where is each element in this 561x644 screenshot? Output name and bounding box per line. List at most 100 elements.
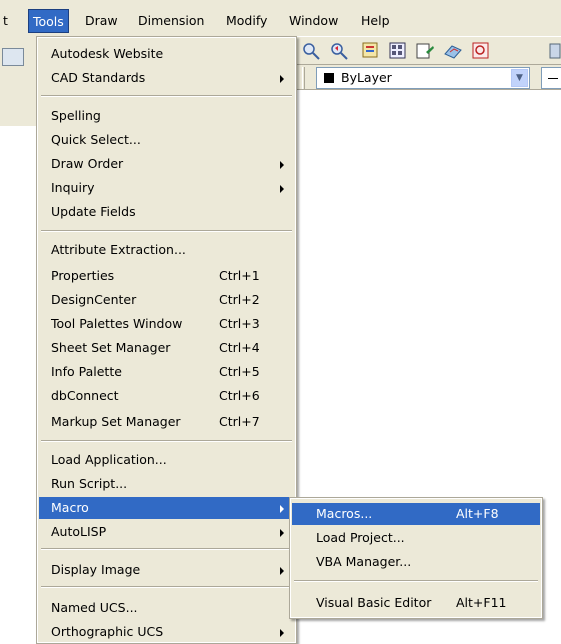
menu-item-shortcut: Ctrl+3 — [219, 316, 260, 331]
menu-help[interactable]: Help — [361, 9, 390, 33]
menu-separator — [41, 95, 292, 97]
submenu-item-label: Load Project... — [316, 530, 405, 545]
tool-palettes-icon[interactable] — [414, 40, 436, 62]
submenu-arrow-icon — [280, 567, 284, 575]
menu-item-shortcut: Ctrl+5 — [219, 364, 260, 379]
menu-item-label: Display Image — [51, 562, 141, 577]
submenu-item-visual-basic-editor[interactable]: Visual Basic Editor Alt+F11 — [292, 592, 540, 614]
menu-item-markup-set-manager[interactable]: Markup Set Manager Ctrl+7 — [39, 411, 294, 433]
menu-item-properties[interactable]: Properties Ctrl+1 — [39, 265, 294, 287]
menu-item-display-image[interactable]: Display Image — [39, 559, 294, 581]
menu-item-label: Properties — [51, 268, 115, 283]
tools-menu: Autodesk Website CAD Standards Spelling Qui… — [36, 36, 297, 644]
linetype-preview — [548, 78, 558, 79]
submenu-arrow-icon — [280, 185, 284, 193]
menu-item-info-palette[interactable]: Info Palette Ctrl+5 — [39, 361, 294, 383]
submenu-item-label: Macros... — [316, 506, 373, 521]
submenu-item-shortcut: Alt+F11 — [456, 595, 507, 610]
submenu-item-load-project[interactable]: Load Project... — [292, 527, 540, 549]
menu-item-load-application[interactable]: Load Application... — [39, 449, 294, 471]
markup-icon[interactable] — [470, 40, 492, 62]
submenu-arrow-icon — [280, 75, 284, 83]
menu-item-label: Update Fields — [51, 204, 136, 219]
menu-item-named-ucs[interactable]: Named UCS... — [39, 597, 294, 619]
menu-window[interactable]: Window — [289, 9, 338, 33]
menu-item-label: Quick Select... — [51, 132, 141, 147]
menu-item-label: CAD Standards — [51, 70, 146, 85]
menu-item-orthographic-ucs[interactable]: Orthographic UCS — [39, 621, 294, 643]
submenu-arrow-icon — [280, 161, 284, 169]
new-icon[interactable] — [2, 48, 24, 66]
menu-item-shortcut: Ctrl+6 — [219, 388, 260, 403]
menu-item-label: Load Application... — [51, 452, 167, 467]
menu-item-label: Inquiry — [51, 180, 95, 195]
menu-item-spelling[interactable]: Spelling — [39, 105, 294, 127]
menu-item-inquiry[interactable]: Inquiry — [39, 177, 294, 199]
menu-item-label: Macro — [51, 500, 89, 515]
menu-item-label: Attribute Extraction... — [51, 242, 186, 257]
menu-item-label: Sheet Set Manager — [51, 340, 171, 355]
menu-item-label: Named UCS... — [51, 600, 138, 615]
sheet-set-icon[interactable] — [442, 40, 464, 62]
zoom-previous-icon[interactable] — [328, 40, 350, 62]
macro-submenu: Macros... Alt+F8 Load Project... VBA Manage… — [289, 497, 543, 619]
menu-separator — [294, 580, 538, 582]
left-toolbar — [0, 36, 38, 126]
submenu-arrow-icon — [280, 505, 284, 513]
menu-file-partial[interactable]: t — [3, 9, 8, 33]
properties-icon[interactable] — [360, 40, 382, 62]
menu-item-run-script[interactable]: Run Script... — [39, 473, 294, 495]
menu-item-label: Spelling — [51, 108, 101, 123]
menu-item-label: AutoLISP — [51, 524, 107, 539]
menu-item-label: Draw Order — [51, 156, 124, 171]
submenu-arrow-icon — [280, 529, 284, 537]
menu-separator — [41, 440, 292, 442]
menu-bar: t Tools Draw Dimension Modify Window Hel… — [0, 0, 561, 36]
menu-item-label: DesignCenter — [51, 292, 137, 307]
chevron-down-icon[interactable]: ▼ — [511, 69, 528, 87]
menu-draw[interactable]: Draw — [85, 9, 118, 33]
menu-item-tool-palettes-window[interactable]: Tool Palettes Window Ctrl+3 — [39, 313, 294, 335]
layer-combo-value: ByLayer — [341, 70, 392, 85]
menu-item-shortcut: Ctrl+7 — [219, 414, 260, 429]
zoom-realtime-icon[interactable] — [300, 40, 322, 62]
menu-item-attribute-extraction[interactable]: Attribute Extraction... — [39, 239, 294, 261]
submenu-item-shortcut: Alt+F8 — [456, 506, 499, 521]
menu-item-dbconnect[interactable]: dbConnect Ctrl+6 — [39, 385, 294, 407]
menu-item-label: dbConnect — [51, 388, 119, 403]
menu-item-label: Run Script... — [51, 476, 128, 491]
menu-item-quick-select[interactable]: Quick Select... — [39, 129, 294, 151]
submenu-item-vba-manager[interactable]: VBA Manager... — [292, 551, 540, 573]
menu-dimension[interactable]: Dimension — [138, 9, 204, 33]
toolbar-grip[interactable] — [302, 67, 305, 89]
menu-item-autodesk-website[interactable]: Autodesk Website — [39, 43, 294, 65]
designcenter-icon[interactable] — [387, 40, 409, 62]
menu-item-label: Tool Palettes Window — [51, 316, 183, 331]
menu-item-sheet-set-manager[interactable]: Sheet Set Manager Ctrl+4 — [39, 337, 294, 359]
menu-item-update-fields[interactable]: Update Fields — [39, 201, 294, 223]
menu-tools[interactable]: Tools — [28, 9, 69, 33]
menu-item-shortcut: Ctrl+1 — [219, 268, 260, 283]
color-swatch — [324, 73, 334, 83]
menu-item-shortcut: Ctrl+2 — [219, 292, 260, 307]
menu-item-label: Info Palette — [51, 364, 122, 379]
layer-combo[interactable]: ByLayer ▼ — [316, 67, 530, 89]
menu-item-label: Autodesk Website — [51, 46, 164, 61]
linetype-combo[interactable] — [541, 67, 561, 89]
menu-item-label: Markup Set Manager — [51, 414, 181, 429]
menu-item-draw-order[interactable]: Draw Order — [39, 153, 294, 175]
menu-item-macro[interactable]: Macro — [39, 497, 294, 519]
menu-item-designcenter[interactable]: DesignCenter Ctrl+2 — [39, 289, 294, 311]
overflow-icon[interactable] — [548, 40, 561, 62]
submenu-arrow-icon — [280, 629, 284, 637]
submenu-item-label: Visual Basic Editor — [316, 595, 432, 610]
submenu-item-label: VBA Manager... — [316, 554, 412, 569]
menu-separator — [41, 230, 292, 232]
submenu-item-macros[interactable]: Macros... Alt+F8 — [292, 503, 540, 525]
menu-item-label: Orthographic UCS — [51, 624, 164, 639]
menu-separator — [41, 548, 292, 550]
menu-separator — [41, 586, 292, 588]
menu-item-cad-standards[interactable]: CAD Standards — [39, 67, 294, 89]
menu-modify[interactable]: Modify — [226, 9, 267, 33]
menu-item-autolisp[interactable]: AutoLISP — [39, 521, 294, 543]
